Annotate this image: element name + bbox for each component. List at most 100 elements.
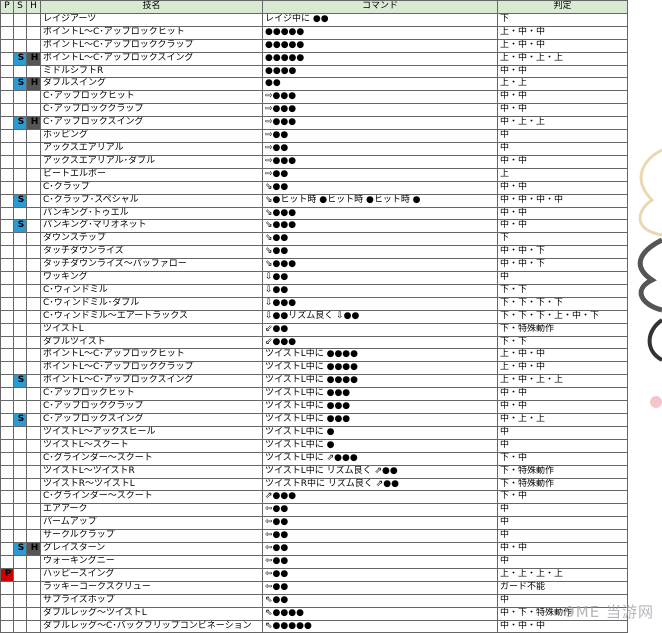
s-flag-cell — [13, 38, 27, 53]
move-name-cell: ツイストL～ツイストR — [40, 464, 263, 479]
s-flag-cell: S — [13, 219, 27, 234]
move-name-cell: レイジアーツ — [40, 12, 263, 27]
s-flag-cell — [13, 529, 27, 544]
p-flag-cell — [0, 116, 14, 131]
judgement-cell: 中・中 — [497, 180, 628, 195]
judgement-cell: 上・中・中 — [497, 361, 628, 376]
move-name-cell: ダウンステップ — [40, 232, 263, 247]
judgement-cell: 中・中 — [497, 400, 628, 414]
p-flag-cell — [0, 464, 14, 479]
command-cell: ⇨●●● — [262, 154, 498, 169]
move-name-cell: C･ウィンドミル～エアートラックス — [40, 309, 263, 324]
command-cell: ツイストL中に ●●● — [262, 413, 498, 427]
s-flag-cell: S — [13, 374, 27, 389]
table-row: アックスエアリアル ⇨●● 中 — [0, 141, 628, 156]
h-flag-cell — [26, 490, 41, 505]
table-row: ワッキング ⇩●● 中 — [0, 271, 628, 285]
command-cell: ⇘●●● — [262, 258, 498, 273]
s-flag-cell: S — [13, 51, 27, 66]
s-flag-cell — [13, 619, 27, 633]
table-row: エアアーク ⇦●● 中 — [0, 503, 628, 518]
p-flag-cell — [0, 490, 14, 505]
h-flag-cell — [26, 25, 41, 40]
h-flag-cell — [26, 309, 41, 324]
s-flag-cell — [13, 180, 27, 195]
command-cell: ⇨●●● — [262, 116, 498, 131]
command-cell: ⇦●● — [262, 503, 498, 518]
table-row: C･アップロックヒット ツイストL中に ●●● 中・中 — [0, 387, 628, 402]
judgement-cell: 中 — [497, 529, 628, 544]
judgement-cell: 中・中 — [497, 542, 628, 556]
move-name-cell: ツイストR～ツイストL — [40, 477, 263, 492]
judgement-cell: 中・中 — [497, 154, 628, 169]
h-flag-cell — [26, 567, 41, 582]
p-flag-cell — [0, 451, 14, 466]
command-cell: ⇩●●リズム良く ⇩●● — [262, 309, 498, 324]
p-flag-cell — [0, 12, 14, 27]
h-flag-cell — [26, 529, 41, 544]
table-row: ダウンステップ ⇘●● 下 — [0, 232, 628, 247]
move-name-cell: エアアーク — [40, 503, 263, 518]
judgement-cell: 中・中・下 — [497, 258, 628, 273]
h-flag-cell — [26, 167, 41, 182]
s-flag-cell — [13, 129, 27, 143]
move-name-cell: ワッキング — [40, 271, 263, 285]
judgement-cell: 上・中・中 — [497, 38, 628, 53]
p-flag-cell — [0, 400, 14, 414]
command-cell: ⇨●●● — [262, 90, 498, 105]
table-row: パンキング･トゥエル ⇘●●● 中・中 — [0, 206, 628, 221]
judgement-cell: 上 — [497, 167, 628, 182]
table-row: タッチダウンライズ ⇘●● 中・中・下 — [0, 245, 628, 260]
p-flag-cell — [0, 103, 14, 118]
command-cell: ⇩●●● — [262, 296, 498, 311]
h-flag-cell — [26, 413, 41, 427]
p-flag-cell — [0, 90, 14, 105]
judgement-cell: 下・特殊動作 — [497, 477, 628, 492]
p-flag-cell — [0, 77, 14, 92]
move-name-cell: C･アップロッククラップ — [40, 400, 263, 414]
move-name-cell: C･アップロックスイング — [40, 413, 263, 427]
move-name-cell: アックスエアリアル･ダブル — [40, 154, 263, 169]
h-flag-cell — [26, 322, 41, 337]
judgement-cell: 上・中・上・上 — [497, 51, 628, 66]
move-name-cell: C･アップロックヒット — [40, 387, 263, 402]
s-flag-cell — [13, 606, 27, 621]
judgement-cell: 上・中・上・上 — [497, 374, 628, 389]
judgement-cell: 上・中・中 — [497, 348, 628, 363]
move-name-cell: ポイントL～C･アップロッククラップ — [40, 38, 263, 53]
judgement-cell: 中・中・中・中 — [497, 193, 628, 208]
h-flag-cell — [26, 361, 41, 376]
command-cell: ⇙●● — [262, 322, 498, 337]
s-flag-cell — [13, 206, 27, 221]
table-row: S H ポイントL～C･アップロックスイング ●●●●● 上・中・上・上 — [0, 51, 628, 66]
command-cell: ツイストR中に リズム良く ⇗●● — [262, 477, 498, 492]
s-flag-cell — [13, 348, 27, 363]
judgement-cell: ガード不能 — [497, 580, 628, 595]
p-flag-cell — [0, 322, 14, 337]
h-flag-cell — [26, 258, 41, 273]
p-flag-cell — [0, 232, 14, 247]
table-row: C･アップロックヒット ⇨●●● 中・中 — [0, 90, 628, 105]
table-row: S H グレイスターン ⇦●● 中・中 — [0, 542, 628, 556]
p-flag-cell — [0, 141, 14, 156]
move-name-cell: ラッキーコークスクリュー — [40, 580, 263, 595]
judgement-cell: 中・中 — [497, 219, 628, 234]
judgement-cell: 下 — [497, 232, 628, 247]
judgement-cell: 下・下・下・上・中・下 — [497, 309, 628, 324]
s-flag-cell — [13, 90, 27, 105]
command-cell: ⇦●● — [262, 542, 498, 556]
s-flag-cell — [13, 361, 27, 376]
header-judgement: 判定 — [497, 0, 628, 14]
move-name-cell: ツイストL～アックスヒール — [40, 425, 263, 440]
h-flag-cell: H — [26, 51, 41, 66]
background-character-art — [637, 148, 662, 408]
table-row: C･ウィンドミル･ダブル ⇩●●● 下・下・下・下 — [0, 296, 628, 311]
s-flag-cell — [13, 154, 27, 169]
s-flag-cell — [13, 477, 27, 492]
move-name-cell: C･グラインダー～スクート — [40, 490, 263, 505]
judgement-cell: 下・下 — [497, 283, 628, 298]
move-name-cell: ダブルレッグ～ツイストL — [40, 606, 263, 621]
command-cell: ⇦●● — [262, 529, 498, 544]
h-flag-cell — [26, 64, 41, 79]
p-flag-cell — [0, 219, 14, 234]
